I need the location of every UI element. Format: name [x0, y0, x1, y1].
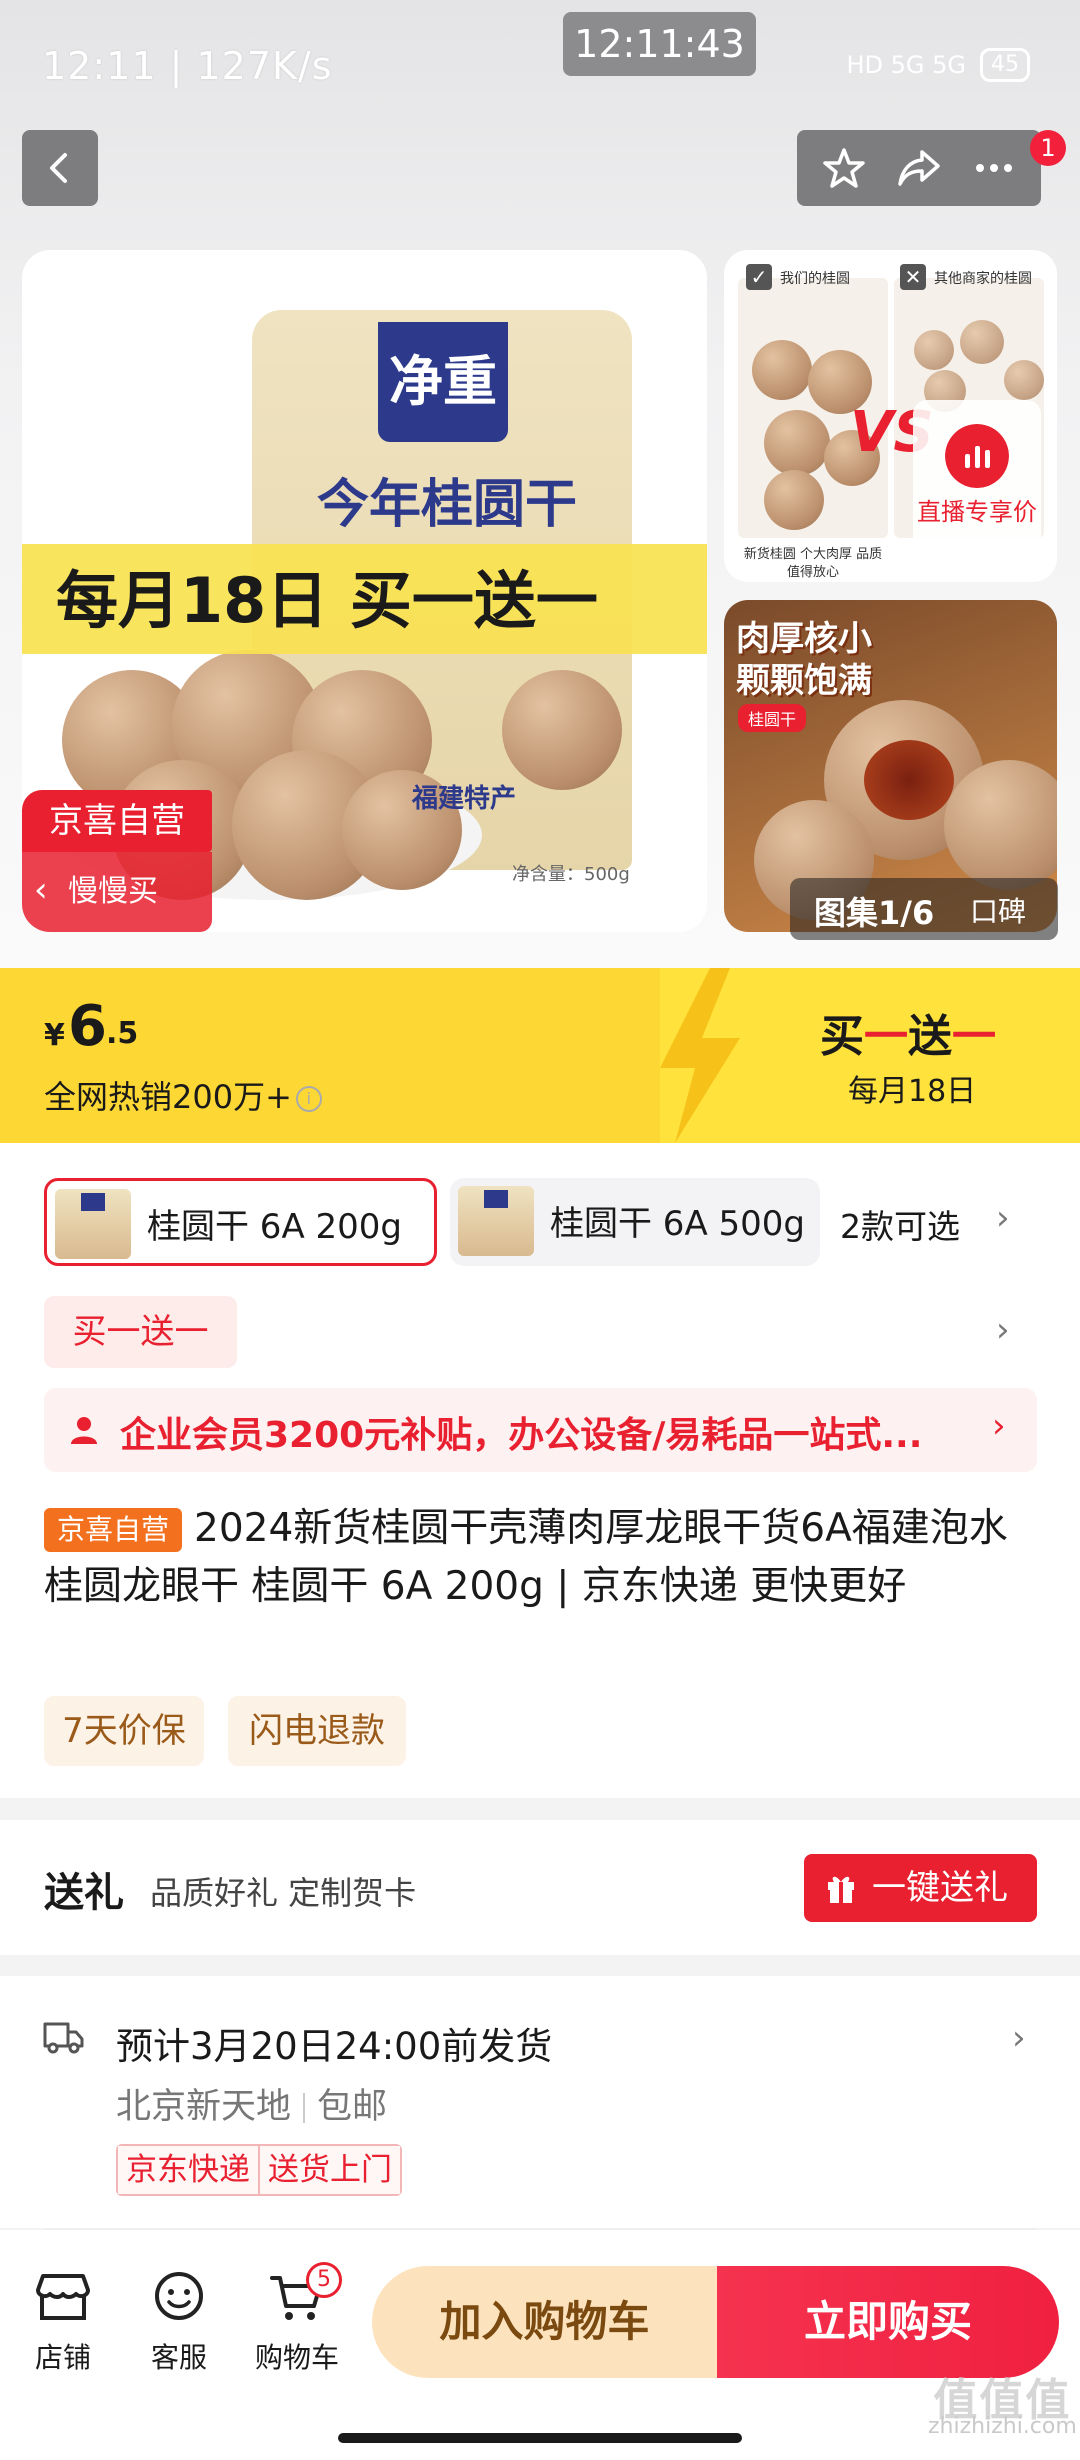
shop-label[interactable]: 店铺 [8, 2336, 118, 2376]
status-indicators: HD 5G 5G 45 [846, 48, 1030, 82]
service-tag-price-protect[interactable]: 7天价保 [44, 1696, 204, 1766]
variant-thumbnail [55, 1189, 131, 1259]
ship-tags: 京东快递 送货上门 [116, 2144, 402, 2196]
main-product-image[interactable]: 净重 今年桂圆干 每月18日 买一送一 福建特产 净含量：500g 京喜自营 慢… [22, 250, 707, 932]
gift-icon [828, 1876, 854, 1903]
info-icon: i [295, 1086, 322, 1112]
price-integer: 6 [68, 994, 107, 1059]
service-label[interactable]: 客服 [124, 2336, 234, 2376]
longan [752, 340, 812, 400]
chevron-left-icon [50, 153, 67, 183]
jd-express-tag: 京东快递 [118, 2146, 258, 2194]
cart-label[interactable]: 购物车 [242, 2336, 352, 2376]
bag-net-weight: 净含量：500g [512, 864, 630, 885]
price-currency: ¥ [44, 1018, 65, 1053]
notification-badge: 1 [1030, 130, 1066, 166]
jx-self-op-badge: 京喜自营 [44, 1508, 182, 1552]
variant-option-selected[interactable]: 桂圆干 6A 200g [44, 1178, 437, 1266]
buy-now-button[interactable]: 立即购买 [717, 2266, 1059, 2378]
longan [944, 760, 1057, 890]
watermark: 值值值 zhizhizhi.com [928, 2375, 1077, 2440]
meat-thumb-title: 肉厚核小颗颗饱满 [736, 619, 872, 701]
bogo-title-b: 一 [864, 1011, 908, 1062]
ship-estimate: 预计3月20日24:00前发货 [116, 2025, 553, 2068]
status-bar: 12:11 | 127K/s 12:11:43 HD 5G 5G 45 [0, 0, 1080, 130]
bag-origin: 福建特产 [412, 784, 517, 814]
variant-option[interactable]: 桂圆干 6A 500g [450, 1178, 820, 1266]
bag-logo: 净重 [378, 322, 508, 442]
separator [303, 2093, 306, 2123]
bogo-subtitle: 每月18日 [848, 1074, 977, 1109]
bogo-title-d: 一 [952, 1011, 996, 1062]
status-time-speed: 12:11 | 127K/s [42, 44, 333, 88]
shop-icon[interactable] [8, 2268, 118, 2324]
compare-others-label: 其他商家的桂圆 [934, 271, 1032, 287]
compare-ours-caption: 新货桂圆 个大肉厚 品质值得放心 [743, 547, 883, 580]
live-icon [945, 424, 1009, 488]
bag-title: 今年桂圆干 [316, 475, 577, 535]
gallery-counter[interactable]: 图集1/6 [814, 888, 934, 934]
variant-label: 桂圆干 6A 200g [147, 1207, 402, 1247]
variant-label: 桂圆干 6A 500g [550, 1204, 805, 1244]
hot-sale-text[interactable]: 全网热销200万+ i [44, 1072, 322, 1118]
variants-count[interactable]: 2款可选 [840, 1200, 960, 1248]
chevron-right-icon[interactable]: › [1012, 2018, 1026, 2058]
member-subsidy-text: 企业会员3200元补贴，办公设备/易耗品一站式... [120, 1415, 923, 1456]
door-delivery-tag: 送货上门 [258, 2146, 400, 2194]
cart-count-badge: 5 [306, 2262, 342, 2298]
chevron-right-icon[interactable]: › [996, 1310, 1010, 1350]
longan [960, 320, 1004, 364]
longan [764, 410, 830, 476]
network-indicator: HD 5G 5G [846, 51, 966, 79]
promo-tag[interactable]: 买一送一 [44, 1296, 237, 1368]
more-icon[interactable] [972, 146, 1016, 190]
longan [914, 330, 954, 370]
nav-actions [797, 130, 1041, 206]
longan [502, 670, 622, 790]
gift-title: 送礼 [44, 1870, 124, 1916]
bogo-title: 买一送一 [820, 1000, 996, 1064]
free-shipping: 包邮 [317, 2087, 388, 2127]
longan [764, 470, 824, 530]
product-title: 2024新货桂圆干壳薄肉厚龙眼干货6A福建泡水桂圆龙眼干 桂圆干 6A 200g… [44, 1506, 1008, 1609]
home-indicator[interactable] [338, 2433, 742, 2443]
cross-icon: ✕ [900, 264, 926, 290]
ship-from: 北京新天地 [116, 2087, 292, 2127]
chevron-right-icon[interactable]: › [996, 1198, 1010, 1238]
reviews-link[interactable]: 口碑 [970, 890, 1026, 930]
longan-flesh [864, 740, 954, 820]
service-icon[interactable] [124, 2268, 234, 2324]
user-icon [71, 1417, 97, 1444]
gift-subtitle: 品质好礼 定制贺卡 [150, 1874, 417, 1912]
chevron-left-icon: ‹ [34, 870, 48, 910]
service-tag-fast-refund[interactable]: 闪电退款 [228, 1696, 406, 1766]
meat-thumb-tag: 桂圆干 [738, 704, 807, 732]
longan [1004, 360, 1044, 400]
back-button[interactable] [22, 130, 98, 206]
ship-location: 北京新天地 包邮 [116, 2078, 387, 2129]
slow-buy-button[interactable]: 慢慢买 [22, 852, 212, 932]
star-icon[interactable] [822, 146, 866, 190]
watermark-logo: 值值值 [933, 2375, 1072, 2426]
price-decimal: .5 [106, 1016, 139, 1051]
promo-band-text: 每月18日 买一送一 [56, 564, 598, 637]
battery-indicator: 45 [980, 48, 1030, 82]
variant-thumbnail [458, 1186, 534, 1256]
time-pill: 12:11:43 [563, 12, 756, 76]
bogo-title-a: 买 [820, 1011, 864, 1062]
truck-icon [43, 2022, 84, 2054]
compare-ours-label: 我们的桂圆 [780, 271, 850, 287]
check-icon: ✓ [746, 264, 772, 290]
add-to-cart-button[interactable]: 加入购物车 [372, 2266, 717, 2378]
lightning-icon [660, 968, 740, 1143]
jx-self-op-badge: 京喜自营 [22, 790, 212, 852]
watermark-url: zhizhizhi.com [928, 2414, 1077, 2439]
share-icon[interactable] [896, 146, 942, 190]
hot-sale-label: 全网热销200万+ [44, 1078, 292, 1116]
chevron-right-icon[interactable]: › [992, 1406, 1006, 1446]
bogo-title-c: 送 [908, 1011, 952, 1062]
live-price-label: 直播专享价 [917, 498, 1037, 526]
